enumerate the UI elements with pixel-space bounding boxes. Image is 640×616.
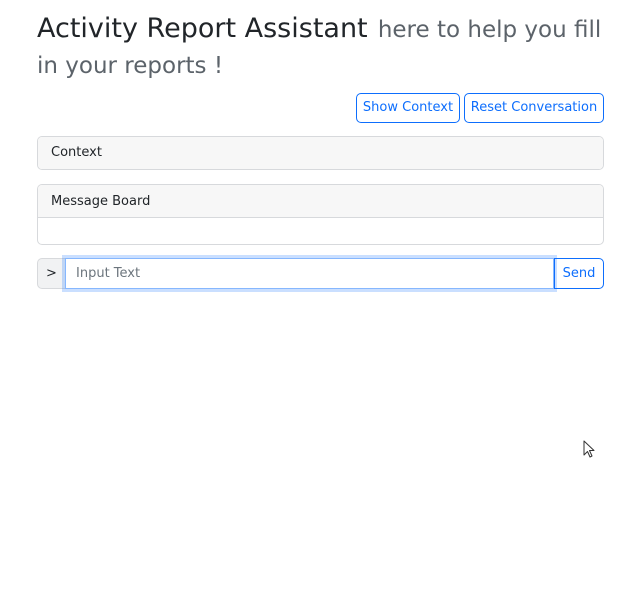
toolbar: Show Context Reset Conversation	[356, 93, 604, 123]
page: Activity Report Assistant here to help y…	[0, 0, 640, 616]
reset-conversation-button[interactable]: Reset Conversation	[464, 93, 604, 123]
page-title: Activity Report Assistant here to help y…	[37, 10, 617, 82]
prompt-symbol: >	[37, 258, 65, 289]
message-input[interactable]	[65, 258, 554, 289]
message-board-header: Message Board	[38, 185, 603, 218]
context-panel-header: Context	[38, 137, 603, 169]
chat-input-bar: > Send	[37, 258, 604, 289]
context-panel[interactable]: Context	[37, 136, 604, 170]
mouse-pointer-icon	[583, 440, 595, 458]
message-list	[38, 218, 603, 244]
app-title: Activity Report Assistant	[37, 13, 368, 44]
message-board: Message Board	[37, 184, 604, 245]
show-context-button[interactable]: Show Context	[356, 93, 460, 123]
send-button[interactable]: Send	[554, 258, 604, 289]
